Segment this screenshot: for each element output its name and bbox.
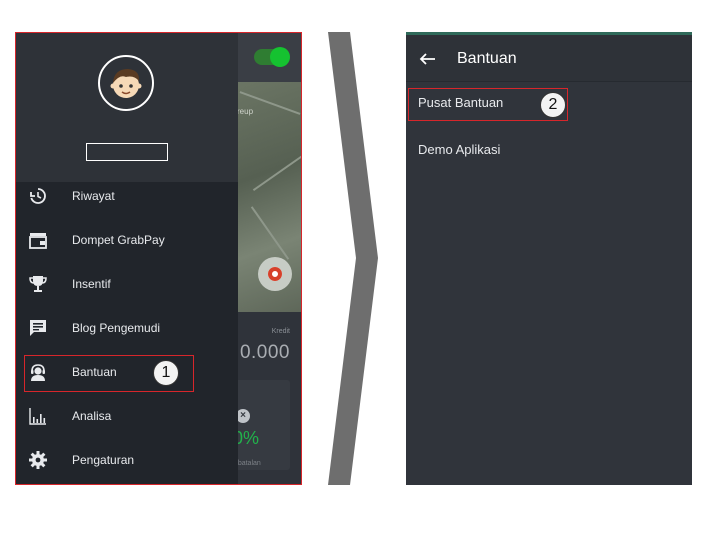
bantuan-highlight: 1 bbox=[24, 355, 194, 392]
page-title: Bantuan bbox=[457, 50, 517, 67]
menu-label: Analisa bbox=[72, 409, 112, 423]
drawer-header bbox=[15, 32, 238, 182]
earnings-panel: Kredit 0.000 × 0% mbatalan bbox=[232, 312, 302, 485]
help-item-demo-aplikasi[interactable]: Demo Aplikasi bbox=[418, 142, 500, 157]
background-app: reup Kredit 0.000 × 0% mbatalan bbox=[232, 32, 302, 485]
blog-icon bbox=[30, 320, 46, 336]
close-icon: × bbox=[236, 409, 250, 423]
step-2-badge: 2 bbox=[540, 92, 566, 118]
map-place-label: reup bbox=[237, 107, 254, 116]
menu-label: Pengaturan bbox=[72, 453, 135, 467]
map-road bbox=[252, 154, 302, 192]
menu-label: Dompet GrabPay bbox=[72, 233, 165, 247]
menu-item-analisa[interactable]: Analisa bbox=[15, 395, 238, 439]
kredit-label: Kredit bbox=[271, 328, 290, 335]
step-1-badge: 1 bbox=[153, 360, 179, 386]
toggle-knob bbox=[270, 47, 290, 67]
driver-name bbox=[86, 143, 168, 161]
kredit-amount: 0.000 bbox=[239, 342, 290, 363]
menu-item-riwayat[interactable]: Riwayat bbox=[15, 175, 238, 219]
next-step-chevron-icon bbox=[328, 32, 378, 485]
menu-label: Blog Pengemudi bbox=[72, 321, 161, 335]
menu-label: Riwayat bbox=[72, 189, 115, 203]
app-bar: Bantuan bbox=[406, 32, 692, 82]
history-icon bbox=[30, 188, 46, 204]
menu-item-dompet-grabpay[interactable]: Dompet GrabPay bbox=[15, 219, 238, 263]
locate-me-button[interactable] bbox=[258, 257, 292, 291]
menu-label: Insentif bbox=[72, 277, 111, 291]
left-screenshot: reup Kredit 0.000 × 0% mbatalan Riwayat … bbox=[15, 32, 302, 485]
menu-item-blog-pengemudi[interactable]: Blog Pengemudi bbox=[15, 307, 238, 351]
background-topbar bbox=[238, 32, 302, 82]
avatar-face-icon bbox=[110, 69, 142, 98]
wallet-icon bbox=[29, 233, 47, 249]
navigation-drawer: Riwayat Dompet GrabPay Insentif Blog Pen… bbox=[15, 32, 238, 485]
gear-icon bbox=[29, 451, 47, 469]
right-screenshot: Bantuan 2 Pusat Bantuan Demo Aplikasi bbox=[406, 32, 692, 485]
map-road bbox=[250, 206, 290, 260]
trophy-icon bbox=[29, 276, 47, 292]
bar-chart-icon bbox=[29, 408, 46, 425]
online-toggle[interactable] bbox=[254, 47, 290, 67]
menu-item-insentif[interactable]: Insentif bbox=[15, 263, 238, 307]
cancellation-card: × 0% mbatalan bbox=[232, 380, 290, 470]
back-arrow-icon[interactable] bbox=[418, 49, 438, 69]
driver-avatar[interactable] bbox=[98, 55, 154, 111]
help-item-pusat-bantuan[interactable]: Pusat Bantuan bbox=[418, 95, 503, 110]
menu-item-pengaturan[interactable]: Pengaturan bbox=[15, 439, 238, 483]
